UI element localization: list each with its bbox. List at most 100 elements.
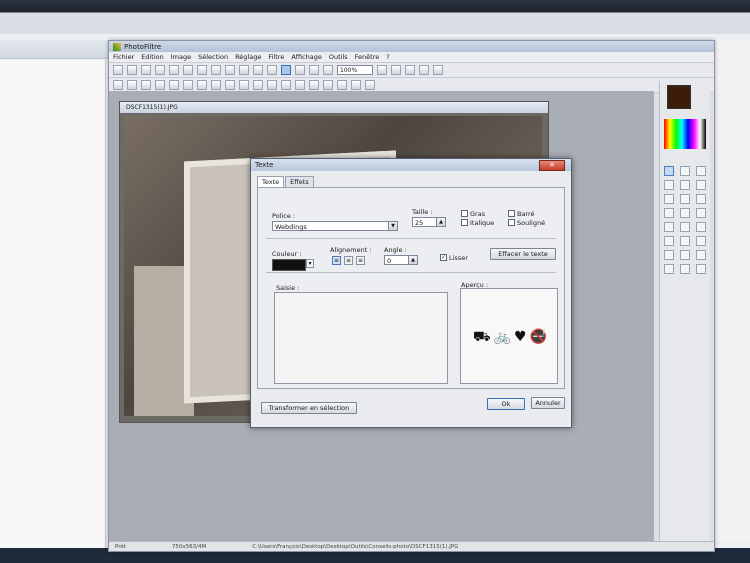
crop-icon[interactable] bbox=[211, 65, 221, 75]
undo-icon[interactable] bbox=[183, 65, 193, 75]
close-button[interactable]: ✕ bbox=[539, 160, 565, 171]
fullscreen-icon[interactable] bbox=[419, 65, 429, 75]
image-window-title[interactable]: DSCF1315(1).JPG bbox=[120, 102, 548, 113]
filter-flip-h-icon[interactable] bbox=[323, 80, 333, 90]
menu-selection[interactable]: Sélection bbox=[198, 53, 228, 61]
align-center-icon[interactable]: ≡ bbox=[344, 256, 353, 265]
picker-tool-icon[interactable] bbox=[680, 166, 690, 176]
effects-icon[interactable] bbox=[309, 65, 319, 75]
align-left-icon[interactable]: ≡ bbox=[332, 256, 341, 265]
diamond-shape-icon[interactable] bbox=[664, 236, 674, 246]
menu-affichage[interactable]: Affichage bbox=[291, 53, 322, 61]
filter-select-icon[interactable] bbox=[127, 80, 137, 90]
filter-flip-v-icon[interactable] bbox=[337, 80, 347, 90]
clone-tool-icon[interactable] bbox=[696, 208, 706, 218]
filter-gamma-icon[interactable] bbox=[169, 80, 179, 90]
mode-b-icon[interactable] bbox=[680, 264, 690, 274]
wand-tool-icon[interactable] bbox=[696, 166, 706, 176]
brush-tool-icon[interactable] bbox=[664, 194, 674, 204]
fill-tool-icon[interactable] bbox=[680, 180, 690, 190]
color-grid[interactable] bbox=[664, 119, 706, 149]
couleur-swatch[interactable] bbox=[272, 259, 306, 271]
filter-brightness-icon[interactable] bbox=[141, 80, 151, 90]
mode-a-icon[interactable] bbox=[664, 264, 674, 274]
couleur-dropdown-icon[interactable]: ▾ bbox=[306, 259, 314, 268]
paste-icon[interactable] bbox=[267, 65, 277, 75]
redo-icon[interactable] bbox=[197, 65, 207, 75]
effacer-texte-button[interactable]: Effacer le texte bbox=[490, 248, 556, 260]
angle-spinner[interactable]: 0 ▲ bbox=[384, 255, 418, 265]
canvas-icon[interactable] bbox=[239, 65, 249, 75]
fit-icon[interactable] bbox=[405, 65, 415, 75]
filter-drop-icon[interactable] bbox=[295, 80, 305, 90]
filter-sharpen-icon[interactable] bbox=[281, 80, 291, 90]
menu-reglage[interactable]: Réglage bbox=[235, 53, 261, 61]
menu-filtre[interactable]: Filtre bbox=[268, 53, 284, 61]
menu-fenetre[interactable]: Fenêtre bbox=[355, 53, 380, 61]
foreground-color-swatch[interactable] bbox=[667, 85, 691, 109]
blur-tool-icon[interactable] bbox=[664, 208, 674, 218]
text-tool-icon[interactable] bbox=[281, 65, 291, 75]
filter-negative-icon[interactable] bbox=[253, 80, 263, 90]
align-right-icon[interactable]: ≡ bbox=[356, 256, 365, 265]
ok-button[interactable]: Ok bbox=[487, 398, 525, 410]
italique-checkbox[interactable] bbox=[461, 219, 468, 226]
triangle-shape-icon[interactable] bbox=[680, 236, 690, 246]
select-tool-icon[interactable] bbox=[664, 166, 674, 176]
transformer-selection-button[interactable]: Transformer en sélection bbox=[261, 402, 357, 414]
tab-effets[interactable]: Effets bbox=[285, 176, 314, 187]
rect-shape-icon[interactable] bbox=[664, 222, 674, 232]
saisie-textarea[interactable] bbox=[274, 292, 448, 384]
scan-icon[interactable] bbox=[169, 65, 179, 75]
stamp-tool-icon[interactable] bbox=[696, 194, 706, 204]
menu-edition[interactable]: Edition bbox=[141, 53, 164, 61]
filter-contrast-icon[interactable] bbox=[155, 80, 165, 90]
filter-gray-icon[interactable] bbox=[225, 80, 235, 90]
rounded-shape-icon[interactable] bbox=[696, 222, 706, 232]
circle-shape-icon[interactable] bbox=[680, 222, 690, 232]
open-icon[interactable] bbox=[127, 65, 137, 75]
zoom-select[interactable]: 100% bbox=[337, 65, 373, 75]
menu-help[interactable]: ? bbox=[386, 53, 389, 61]
lasso-tool-icon[interactable] bbox=[664, 250, 674, 260]
resize-icon[interactable] bbox=[225, 65, 235, 75]
line-tool-icon[interactable] bbox=[664, 180, 674, 190]
filter-emboss-icon[interactable] bbox=[309, 80, 319, 90]
frame-icon[interactable] bbox=[323, 65, 333, 75]
filter-layers-icon[interactable] bbox=[365, 80, 375, 90]
new-icon[interactable] bbox=[113, 65, 123, 75]
custom-tool-icon[interactable] bbox=[696, 250, 706, 260]
pen-tool-icon[interactable] bbox=[680, 194, 690, 204]
annuler-button[interactable]: Annuler bbox=[531, 397, 565, 409]
lisser-checkbox[interactable]: ✓ bbox=[440, 254, 447, 261]
polygon-tool-icon[interactable] bbox=[680, 250, 690, 260]
smudge-tool-icon[interactable] bbox=[680, 208, 690, 218]
copy-icon[interactable] bbox=[253, 65, 263, 75]
menu-image[interactable]: Image bbox=[171, 53, 191, 61]
gras-checkbox[interactable] bbox=[461, 210, 468, 217]
filter-curve-icon[interactable] bbox=[211, 80, 221, 90]
taille-spinner[interactable]: 25 ▲ bbox=[412, 217, 446, 227]
zoom-in-icon[interactable] bbox=[377, 65, 387, 75]
zoom-out-icon[interactable] bbox=[391, 65, 401, 75]
barre-checkbox[interactable] bbox=[508, 210, 515, 217]
souligne-checkbox[interactable] bbox=[508, 219, 515, 226]
layer-icon[interactable] bbox=[295, 65, 305, 75]
arrow-shape-icon[interactable] bbox=[696, 236, 706, 246]
menu-fichier[interactable]: Fichier bbox=[113, 53, 134, 61]
filter-saturation-icon[interactable] bbox=[183, 80, 193, 90]
filter-rotate-icon[interactable] bbox=[351, 80, 361, 90]
app-titlebar[interactable]: PhotoFiltre bbox=[109, 41, 714, 52]
filter-grid-icon[interactable] bbox=[113, 80, 123, 90]
dialog-titlebar[interactable]: Texte ✕ bbox=[251, 159, 571, 171]
mode-c-icon[interactable] bbox=[696, 264, 706, 274]
police-select[interactable]: Webdings ▼ bbox=[272, 221, 398, 231]
filter-sepia-icon[interactable] bbox=[239, 80, 249, 90]
menu-outils[interactable]: Outils bbox=[329, 53, 348, 61]
filter-level-icon[interactable] bbox=[197, 80, 207, 90]
print-icon[interactable] bbox=[155, 65, 165, 75]
save-icon[interactable] bbox=[141, 65, 151, 75]
spray-tool-icon[interactable] bbox=[696, 180, 706, 190]
tab-texte[interactable]: Texte bbox=[257, 176, 285, 187]
filter-blur-icon[interactable] bbox=[267, 80, 277, 90]
